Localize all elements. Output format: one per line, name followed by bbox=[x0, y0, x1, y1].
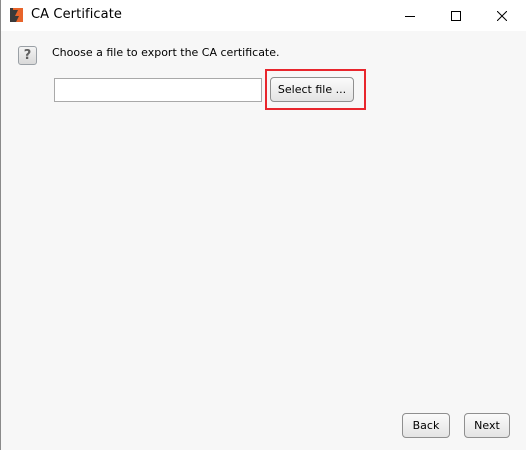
help-icon: ? bbox=[18, 46, 37, 65]
maximize-button[interactable] bbox=[433, 0, 479, 31]
back-button[interactable]: Back bbox=[402, 413, 450, 438]
select-file-button[interactable]: Select file ... bbox=[270, 77, 354, 102]
minimize-button[interactable] bbox=[387, 0, 433, 31]
instruction-text: Choose a file to export the CA certifica… bbox=[52, 46, 280, 59]
next-button[interactable]: Next bbox=[464, 413, 510, 438]
dialog-window: CA Certificate ? Choose a file to export… bbox=[0, 0, 526, 450]
close-icon bbox=[497, 10, 507, 21]
content-panel: ? Choose a file to export the CA certifi… bbox=[1, 31, 526, 450]
minimize-icon bbox=[405, 15, 415, 17]
file-path-input[interactable] bbox=[54, 78, 262, 102]
maximize-icon bbox=[451, 10, 461, 21]
close-button[interactable] bbox=[479, 0, 525, 31]
app-logo-icon bbox=[10, 8, 23, 22]
window-title: CA Certificate bbox=[31, 7, 123, 22]
title-bar[interactable]: CA Certificate bbox=[1, 0, 526, 31]
